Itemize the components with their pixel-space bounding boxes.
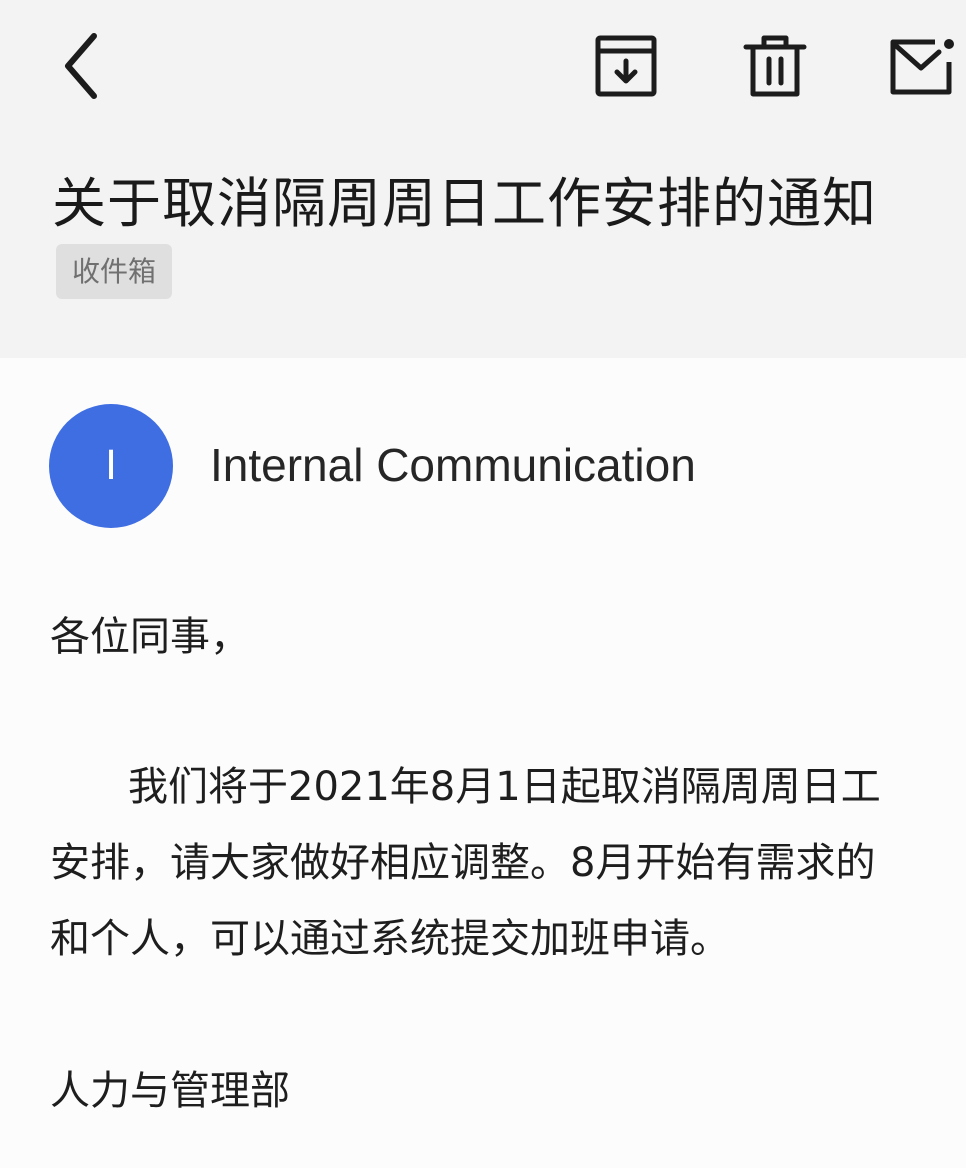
delete-button[interactable]: [740, 30, 810, 102]
archive-button[interactable]: [590, 30, 660, 102]
trash-icon: [743, 35, 807, 97]
avatar[interactable]: I: [49, 404, 173, 528]
paragraph-line: 和个人，可以通过系统提交加班申请。: [50, 916, 730, 962]
paragraph-line: 安排，请大家做好相应调整。8月开始有需求的: [50, 840, 876, 886]
folder-tag[interactable]: 收件箱: [56, 244, 173, 299]
sender-row: I Internal Communication: [0, 404, 966, 528]
email-signature: 人力与管理部: [50, 1068, 290, 1114]
back-button[interactable]: [50, 28, 116, 104]
email-subject: 关于取消隔周周日工作安排的通知: [52, 172, 877, 235]
chevron-left-icon: [65, 33, 97, 99]
mark-unread-button[interactable]: [885, 30, 955, 102]
email-header: 关于取消隔周周日工作安排的通知 收件箱: [0, 0, 966, 358]
paragraph-line: 我们将于2021年8月1日起取消隔周周日工: [128, 764, 881, 810]
email-paragraph: 我们将于2021年8月1日起取消隔周周日工 安排，请大家做好相应调整。8月开始有…: [50, 749, 966, 977]
email-greeting: 各位同事，: [50, 614, 250, 660]
archive-download-icon: [595, 35, 657, 97]
sender-name[interactable]: Internal Communication: [210, 432, 696, 498]
envelope-dot-icon: [890, 39, 954, 95]
